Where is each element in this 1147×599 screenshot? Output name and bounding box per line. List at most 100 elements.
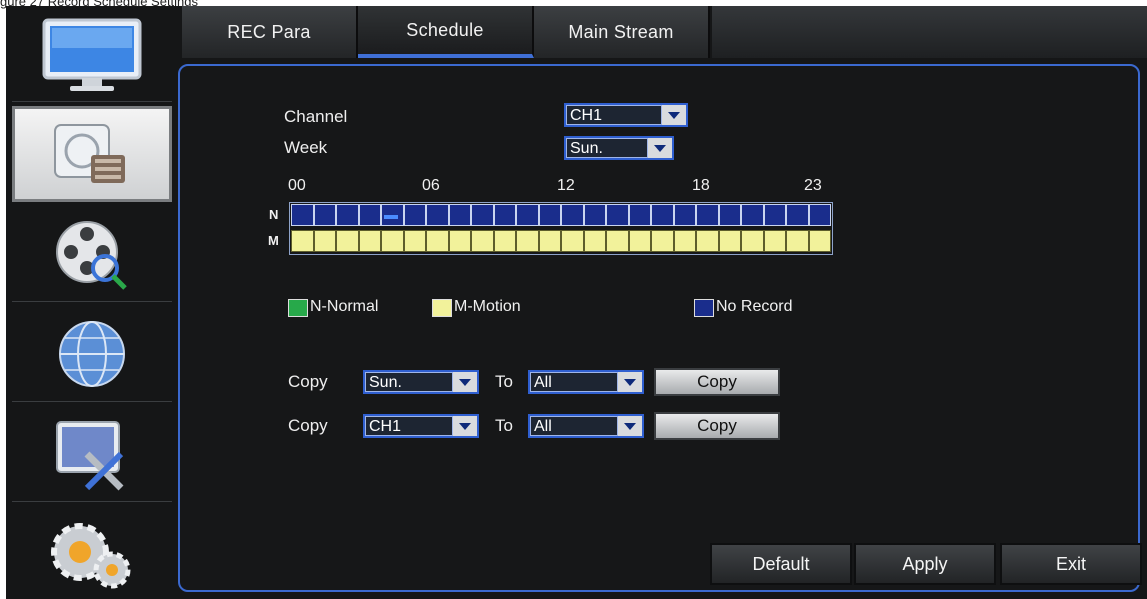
record-icon [47, 119, 137, 189]
schedule-hour-cell[interactable] [718, 230, 741, 252]
tab-main-stream[interactable]: Main Stream [534, 6, 710, 58]
sidebar-item-record[interactable] [12, 106, 172, 202]
chevron-down-icon [618, 416, 642, 436]
schedule-hour-cell[interactable] [358, 204, 381, 226]
schedule-row-motion[interactable] [291, 230, 831, 252]
schedule-hour-cell[interactable] [628, 230, 651, 252]
copy-from-day-select[interactable]: Sun. [363, 370, 479, 394]
schedule-hour-cell[interactable] [336, 204, 359, 226]
copy-to-day-select[interactable]: All [528, 370, 644, 394]
copy-to-day-value: All [530, 372, 618, 392]
tools-icon [47, 414, 137, 494]
schedule-hour-cell[interactable] [493, 230, 516, 252]
hour-label-12: 12 [557, 177, 575, 194]
copy-to-channel-value: All [530, 416, 618, 436]
legend-swatch-motion [432, 299, 452, 317]
schedule-hour-cell[interactable] [403, 230, 426, 252]
chevron-down-icon [662, 105, 686, 125]
legend-motion-label: M-Motion [454, 298, 521, 315]
schedule-hour-cell[interactable] [516, 230, 539, 252]
gears-icon [42, 514, 142, 594]
dvr-screen: REC Para Schedule Main Stream Channel CH… [6, 6, 1147, 599]
schedule-hour-cell[interactable] [763, 230, 786, 252]
chevron-down-icon [453, 372, 477, 392]
copy-channel-button[interactable]: Copy [654, 412, 780, 440]
schedule-hour-cell[interactable] [381, 230, 404, 252]
schedule-hour-cell[interactable] [696, 204, 719, 226]
apply-button[interactable]: Apply [854, 543, 996, 585]
schedule-hour-cell[interactable] [291, 204, 314, 226]
schedule-hour-cell[interactable] [583, 204, 606, 226]
schedule-hour-cell[interactable] [538, 230, 561, 252]
playback-reel-icon [47, 214, 137, 294]
schedule-row-normal[interactable] [291, 204, 831, 226]
hour-label-18: 18 [692, 177, 710, 194]
sidebar-item-playback[interactable] [12, 206, 172, 302]
grid-cursor [384, 215, 398, 219]
schedule-hour-cell[interactable] [561, 230, 584, 252]
schedule-hour-cell[interactable] [673, 230, 696, 252]
schedule-hour-cell[interactable] [448, 230, 471, 252]
exit-button[interactable]: Exit [1000, 543, 1142, 585]
schedule-hour-cell[interactable] [718, 204, 741, 226]
monitor-icon [32, 14, 152, 94]
schedule-hour-cell[interactable] [426, 230, 449, 252]
copy-from-channel-value: CH1 [365, 416, 453, 436]
copy-from-channel-select[interactable]: CH1 [363, 414, 479, 438]
schedule-hour-cell[interactable] [606, 204, 629, 226]
tab-rec-para[interactable]: REC Para [182, 6, 358, 58]
schedule-hour-cell[interactable] [426, 204, 449, 226]
schedule-hour-cell[interactable] [516, 204, 539, 226]
copy-to-channel-select[interactable]: All [528, 414, 644, 438]
schedule-hour-cell[interactable] [291, 230, 314, 252]
schedule-hour-cell[interactable] [313, 230, 336, 252]
schedule-hour-cell[interactable] [808, 230, 831, 252]
schedule-hour-cell[interactable] [696, 230, 719, 252]
week-select[interactable]: Sun. [564, 136, 674, 160]
default-button[interactable]: Default [710, 543, 852, 585]
schedule-hour-cell[interactable] [583, 230, 606, 252]
schedule-hour-cell[interactable] [606, 230, 629, 252]
schedule-hour-cell[interactable] [493, 204, 516, 226]
schedule-hour-cell[interactable] [471, 230, 494, 252]
schedule-hour-cell[interactable] [786, 230, 809, 252]
sidebar [6, 6, 176, 599]
to-label: To [495, 372, 513, 391]
schedule-hour-cell[interactable] [336, 230, 359, 252]
channel-select-value: CH1 [566, 105, 662, 125]
schedule-hour-cell[interactable] [673, 204, 696, 226]
tab-bar-background [712, 6, 1147, 58]
chevron-down-icon [648, 138, 672, 158]
row-label-normal: N [269, 207, 279, 222]
schedule-hour-cell[interactable] [561, 204, 584, 226]
copy-day-button[interactable]: Copy [654, 368, 780, 396]
schedule-hour-cell[interactable] [358, 230, 381, 252]
schedule-hour-cell[interactable] [538, 204, 561, 226]
schedule-hour-cell[interactable] [786, 204, 809, 226]
schedule-hour-cell[interactable] [741, 230, 764, 252]
schedule-hour-cell[interactable] [763, 204, 786, 226]
sidebar-item-system-tools[interactable] [12, 406, 172, 502]
sidebar-item-settings[interactable] [12, 506, 172, 599]
channel-select[interactable]: CH1 [564, 103, 688, 127]
tab-bar: REC Para Schedule Main Stream [182, 6, 710, 58]
schedule-hour-cell[interactable] [448, 204, 471, 226]
legend-swatch-norecord [694, 299, 714, 317]
schedule-hour-cell[interactable] [313, 204, 336, 226]
legend-normal-label: N-Normal [310, 298, 379, 315]
chevron-down-icon [618, 372, 642, 392]
copy-label: Copy [288, 372, 328, 391]
schedule-hour-cell[interactable] [403, 204, 426, 226]
schedule-hour-cell[interactable] [808, 204, 831, 226]
legend-swatch-normal [288, 299, 308, 317]
tab-schedule[interactable]: Schedule [358, 6, 534, 58]
sidebar-item-display[interactable] [12, 6, 172, 102]
schedule-hour-cell[interactable] [651, 204, 674, 226]
schedule-hour-cell[interactable] [651, 230, 674, 252]
schedule-hour-cell[interactable] [471, 204, 494, 226]
schedule-hour-cell[interactable] [628, 204, 651, 226]
schedule-hour-cell[interactable] [741, 204, 764, 226]
sidebar-item-network[interactable] [12, 306, 172, 402]
hour-label-06: 06 [422, 177, 440, 194]
hour-label-23: 23 [804, 177, 822, 194]
